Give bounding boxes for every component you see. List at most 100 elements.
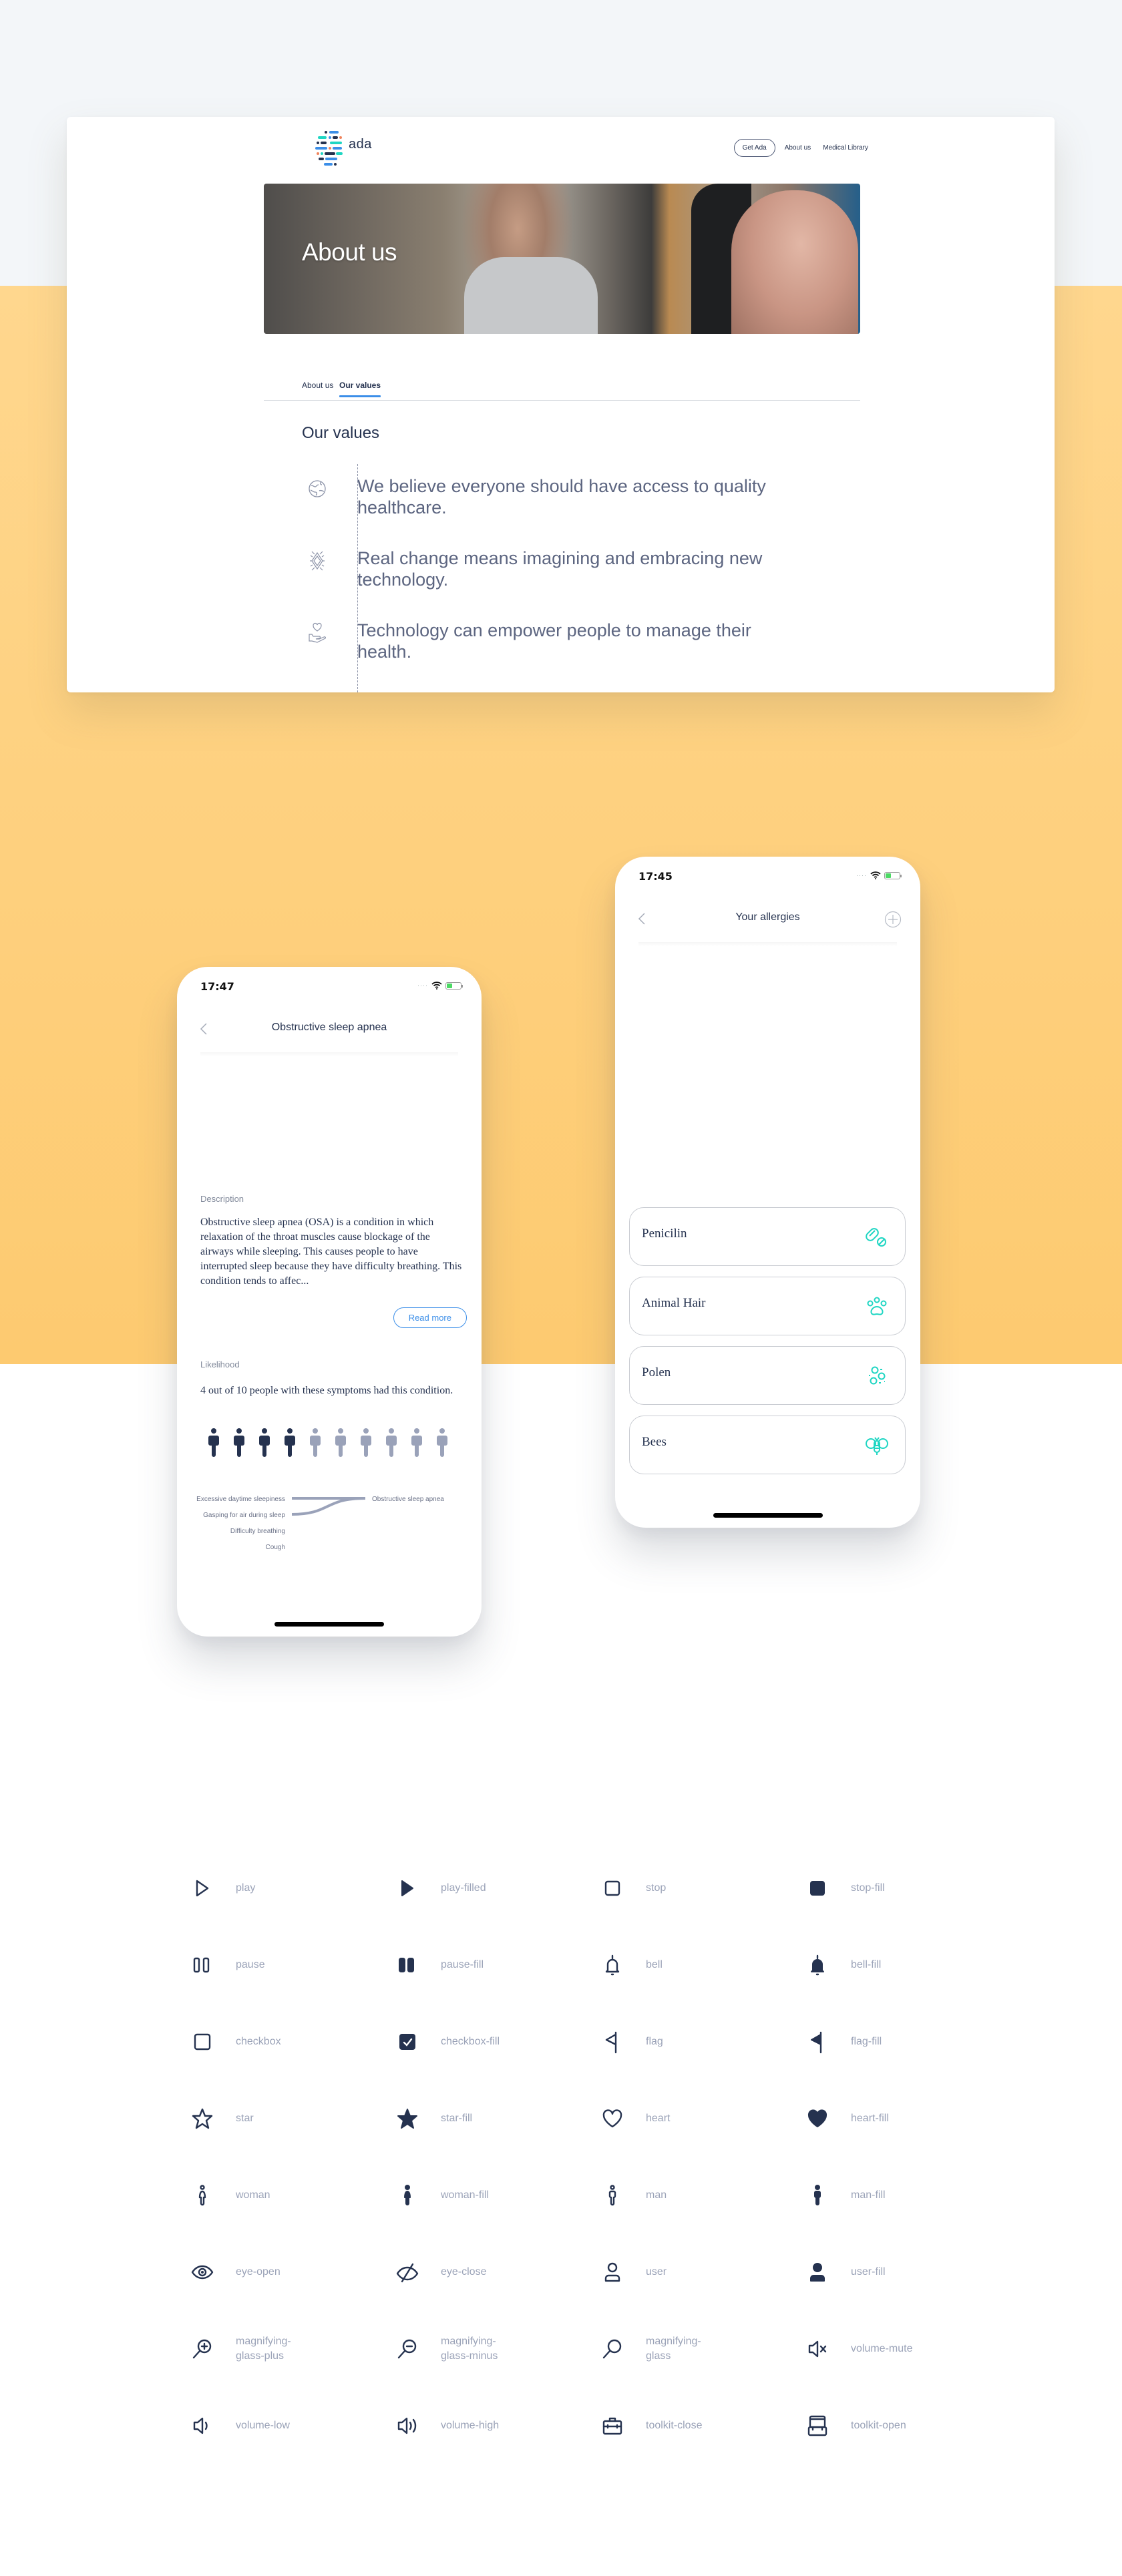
nav-divider [200, 1052, 458, 1056]
magnifying-glass-plus-icon [192, 2339, 212, 2358]
icon-set-item: user-fill [804, 2233, 1009, 2310]
icon-label: volume-low [236, 2419, 290, 2431]
value-item: We believe everyone should have access t… [304, 475, 785, 518]
status-icons: ···· [417, 982, 463, 990]
allergy-name: Polen [642, 1365, 671, 1379]
status-bar: 17:45 ···· [615, 870, 920, 886]
tab-about-us[interactable]: About us [302, 381, 333, 395]
icon-set-item: heart [599, 2080, 804, 2157]
paw-icon [867, 1297, 887, 1315]
section-title: Our values [302, 424, 380, 442]
icon-label: star-fill [441, 2112, 473, 2124]
icon-label: user-fill [851, 2266, 886, 2278]
hero-title: About us [302, 238, 397, 266]
icon-label: woman [236, 2189, 270, 2201]
icon-label: man [646, 2189, 667, 2201]
symptom-label: Difficulty breathing [230, 1528, 285, 1535]
icon-set-item: volume-low [189, 2387, 394, 2464]
woman-fill-icon [404, 2184, 411, 2205]
read-more-button[interactable]: Read more [393, 1307, 467, 1328]
icon-set-item: man-fill [804, 2157, 1009, 2233]
icon-label: heart-fill [851, 2112, 889, 2124]
value-text: Technology can empower people to manage … [357, 620, 751, 662]
icon-set-item: toolkit-open [804, 2387, 1009, 2464]
signal-icon: ···· [417, 982, 428, 989]
icon-set-item: checkbox-fill [394, 2003, 599, 2080]
man-icon [608, 2184, 616, 2205]
likelihood-pictogram [206, 1428, 449, 1458]
person-affected-icon [257, 1428, 272, 1458]
person-affected-icon [232, 1428, 246, 1458]
icon-label: man-fill [851, 2189, 886, 2201]
play-icon [196, 1880, 209, 1896]
icon-label: checkbox [236, 2035, 281, 2047]
navigation-bar: Your allergies [615, 903, 920, 937]
hand-heart-icon [304, 620, 331, 646]
icon-label: play-filled [441, 1882, 486, 1894]
status-time: 17:45 [638, 870, 673, 883]
signal-icon: ···· [856, 872, 867, 879]
icon-set-item: magnifying-glass-minus [394, 2310, 599, 2387]
icon-label: flag-fill [851, 2035, 882, 2047]
icon-set-item: toolkit-close [599, 2387, 804, 2464]
icon-set-item: woman-fill [394, 2157, 599, 2233]
icon-label: pause [236, 1958, 265, 1970]
stop-fill-icon [810, 1880, 825, 1896]
symptom-label: Excessive daytime sleepiness [196, 1496, 285, 1503]
icon-set-item: heart-fill [804, 2080, 1009, 2157]
person-affected-icon [206, 1428, 221, 1458]
symptom-label: Gasping for air during sleep [203, 1512, 285, 1519]
person-unaffected-icon [435, 1428, 449, 1458]
pollen-icon [869, 1366, 886, 1385]
status-time: 17:47 [200, 980, 234, 993]
person-unaffected-icon [409, 1428, 424, 1458]
icon-label: volume-mute [851, 2342, 913, 2354]
icon-label: pause-fill [441, 1958, 484, 1970]
phone-condition-screen: 17:47 ···· Obstructive sleep apnea Descr… [177, 967, 482, 1637]
value-item: Real change means imagining and embracin… [304, 548, 785, 590]
icon-set-item: pause-fill [394, 1926, 599, 2003]
nav-medical-library[interactable]: Medical Library [820, 144, 871, 152]
icon-label: bell [646, 1958, 663, 1970]
main-nav: Get Ada About us Medical Library [733, 139, 871, 157]
allergy-item[interactable]: Penicilin [629, 1207, 906, 1266]
icon-set-item: user [599, 2233, 804, 2310]
icon-set-item: flag [599, 2003, 804, 2080]
user-fill-icon [810, 2262, 825, 2282]
logo-wordmark: ada [349, 137, 372, 152]
allergy-name: Bees [642, 1435, 667, 1449]
eye-open-icon [191, 2265, 214, 2279]
allergy-item[interactable]: Bees [629, 1416, 906, 1474]
home-indicator [274, 1622, 384, 1627]
hero-banner: About us [264, 184, 860, 334]
phone-allergies-screen: 17:45 ···· Your allergies Penicilin Anim… [615, 857, 920, 1528]
add-allergy-icon[interactable] [884, 911, 902, 928]
person-unaffected-icon [308, 1428, 323, 1458]
volume-low-icon [193, 2417, 208, 2434]
heart-icon [602, 2109, 622, 2127]
icon-set-item: woman [189, 2157, 394, 2233]
status-icons: ···· [856, 871, 902, 879]
icon-set-item: checkbox [189, 2003, 394, 2080]
nav-about-us[interactable]: About us [782, 144, 813, 152]
tab-bar: About us Our values [264, 381, 860, 401]
symptom-link [291, 1497, 366, 1516]
get-ada-button[interactable]: Get Ada [733, 139, 775, 157]
icon-set-item: bell [599, 1926, 804, 2003]
icon-label: eye-close [441, 2266, 487, 2278]
stop-icon [604, 1880, 620, 1896]
allergy-item[interactable]: Polen [629, 1346, 906, 1405]
condition-label: Obstructive sleep apnea [372, 1496, 444, 1503]
hero-photo-shirt [464, 257, 598, 334]
allergy-item[interactable]: Animal Hair [629, 1277, 906, 1335]
icon-set-item: man [599, 2157, 804, 2233]
tab-our-values[interactable]: Our values [339, 381, 381, 397]
navigation-bar: Obstructive sleep apnea [177, 1014, 482, 1047]
icon-label: heart [646, 2112, 671, 2124]
innovation-icon [304, 548, 331, 574]
flag-icon [605, 2031, 617, 2053]
icon-label: user [646, 2266, 667, 2278]
description-text: Obstructive sleep apnea (OSA) is a condi… [200, 1217, 462, 1287]
icon-label: magnifying-glass-plus [236, 2335, 291, 2362]
bee-icon [866, 1437, 888, 1455]
